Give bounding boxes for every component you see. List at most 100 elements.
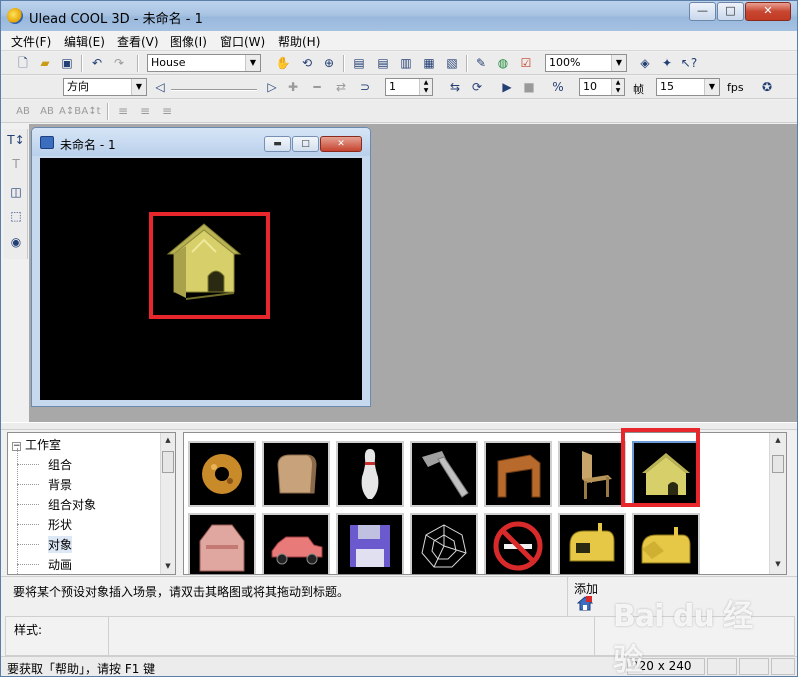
view-top-icon[interactable]: ▥ — [396, 54, 416, 73]
wooden-frame-thumb[interactable] — [484, 441, 552, 507]
new-file-icon[interactable]: 🗋 — [13, 54, 33, 73]
add-house-icon[interactable] — [577, 595, 593, 611]
bread-thumb[interactable] — [262, 441, 330, 507]
mailbox-open-thumb[interactable] — [632, 513, 700, 574]
text-spacing-icon[interactable]: AB — [13, 102, 33, 121]
floppy-disk-thumb[interactable] — [336, 513, 404, 574]
menu-edit[interactable]: 编辑(E) — [64, 33, 105, 50]
first-frame-icon[interactable]: ◁ — [153, 78, 167, 97]
hammer-thumb[interactable] — [410, 441, 478, 507]
tree-item-animation[interactable]: 动画 — [48, 556, 72, 573]
chevron-down-icon[interactable]: ▼ — [704, 79, 719, 95]
magic-tool-icon[interactable]: ✎ — [471, 54, 491, 73]
play-icon[interactable]: ▶ — [497, 78, 517, 97]
select-object-icon[interactable]: ⬚ — [6, 207, 26, 226]
tree-item-group-object[interactable]: 组合对象 — [48, 496, 96, 513]
line-spacing-icon[interactable]: A↕B — [59, 102, 81, 121]
ping-pong-icon[interactable]: ⇆ — [445, 78, 465, 97]
loop-icon[interactable]: ⊃ — [355, 78, 375, 97]
maximize-button[interactable]: □ — [717, 2, 744, 21]
text-kerning-icon[interactable]: AB — [37, 102, 57, 121]
stop-icon[interactable]: ■ — [519, 78, 539, 97]
resize-icon[interactable]: ⊕ — [319, 54, 339, 73]
barn-thumb[interactable] — [188, 513, 256, 574]
scroll-thumb[interactable] — [772, 455, 784, 473]
view-front-icon[interactable]: ▤ — [349, 54, 369, 73]
render-icon[interactable]: ◈ — [635, 54, 655, 73]
resize-grip[interactable] — [771, 658, 795, 675]
effects-icon[interactable]: ✪ — [757, 78, 777, 97]
tree-root-studio[interactable]: − 工作室 — [12, 436, 61, 453]
ulead-cool3d-app-icon[interactable] — [7, 8, 23, 24]
menu-window[interactable]: 窗口(W) — [220, 33, 265, 50]
chevron-down-icon[interactable]: ▼ — [131, 79, 146, 95]
context-help-icon[interactable]: ↖? — [679, 54, 699, 73]
frame-spinbox[interactable]: 1 ▲ ▼ — [385, 78, 433, 96]
scroll-down-icon[interactable]: ▼ — [161, 559, 175, 574]
frames-combo[interactable]: 15 ▼ — [656, 78, 720, 96]
chair-thumb[interactable] — [558, 441, 626, 507]
mailbox-thumb[interactable] — [558, 513, 626, 574]
edit-text-icon[interactable]: T — [6, 155, 26, 174]
view-perspective-icon[interactable]: ▦ — [419, 54, 439, 73]
zoom-combo[interactable]: 100% ▼ — [545, 54, 627, 72]
tree-item-background[interactable]: 背景 — [48, 476, 72, 493]
add-keyframe-icon[interactable]: ✚ — [283, 78, 303, 97]
menu-image[interactable]: 图像(I) — [170, 33, 207, 50]
spin-arrows-icon[interactable]: ▲ ▼ — [611, 79, 624, 95]
no-smoking-thumb[interactable] — [484, 513, 552, 574]
minimize-button[interactable]: — — [689, 2, 716, 21]
remove-keyframe-icon[interactable]: ━ — [307, 78, 327, 97]
spin-arrows-icon[interactable]: ▲ ▼ — [419, 79, 432, 95]
tree-item-composition[interactable]: 组合 — [48, 456, 72, 473]
repeat-icon[interactable]: ⟳ — [467, 78, 487, 97]
align-left-icon[interactable]: ≡ — [113, 102, 133, 121]
document-title-bar[interactable]: 未命名 - 1 ▬ □ ✕ — [32, 128, 370, 156]
line-spacing-tight-icon[interactable]: A↕t — [81, 102, 101, 121]
open-folder-icon[interactable]: ▰ — [35, 54, 55, 73]
collapse-icon[interactable]: − — [12, 442, 21, 451]
render-canvas[interactable] — [40, 158, 362, 400]
car-thumb[interactable] — [262, 513, 330, 574]
scroll-up-icon[interactable]: ▲ — [771, 433, 785, 448]
align-right-icon[interactable]: ≡ — [157, 102, 177, 121]
donut-thumb[interactable] — [188, 441, 256, 507]
gallery-scrollbar[interactable]: ▲ ▼ — [769, 433, 786, 574]
spider-web-thumb[interactable] — [410, 513, 478, 574]
menu-file[interactable]: 文件(F) — [11, 33, 51, 50]
globe-icon[interactable]: ◍ — [493, 54, 513, 73]
chevron-down-icon[interactable]: ▼ — [245, 55, 260, 71]
rotate-hand-icon[interactable]: ⟲ — [297, 54, 317, 73]
undo-icon[interactable]: ↶ — [87, 54, 107, 73]
menu-help[interactable]: 帮助(H) — [278, 33, 320, 50]
scroll-thumb[interactable] — [162, 451, 174, 473]
object-manager-icon[interactable]: ◉ — [6, 233, 26, 252]
document-close-button[interactable]: ✕ — [320, 136, 362, 152]
hand-move-icon[interactable]: ✋ — [273, 54, 293, 73]
last-frame-icon[interactable]: ▷ — [265, 78, 279, 97]
reverse-icon[interactable]: ⇄ — [331, 78, 351, 97]
timeline-slider[interactable] — [171, 89, 257, 91]
save-icon[interactable]: ▣ — [57, 54, 77, 73]
redo-icon[interactable]: ↷ — [109, 54, 129, 73]
object-selector-combo[interactable]: House ▼ — [147, 54, 261, 72]
insert-text-icon[interactable]: T↕ — [6, 131, 26, 150]
tree-item-object[interactable]: 对象 — [48, 536, 73, 553]
checkbox-tool-icon[interactable]: ☑ — [516, 54, 536, 73]
chevron-down-icon[interactable]: ▼ — [611, 55, 626, 71]
tree-scrollbar[interactable]: ▲ ▼ — [160, 433, 175, 574]
scroll-down-icon[interactable]: ▼ — [771, 557, 785, 572]
direction-combo[interactable]: 方向 ▼ — [63, 78, 147, 96]
insert-shape-icon[interactable]: ◫ — [6, 183, 26, 202]
bowling-pin-thumb[interactable] — [336, 441, 404, 507]
fps-spinbox[interactable]: 10 ▲ ▼ — [579, 78, 625, 96]
align-center-icon[interactable]: ≡ — [135, 102, 155, 121]
document-minimize-button[interactable]: ▬ — [264, 136, 291, 152]
document-maximize-button[interactable]: □ — [292, 136, 319, 152]
percent-icon[interactable]: % — [548, 78, 568, 97]
view-side-icon[interactable]: ▤ — [373, 54, 393, 73]
scroll-up-icon[interactable]: ▲ — [161, 433, 175, 448]
close-button[interactable]: ✕ — [745, 2, 791, 21]
tree-item-shape[interactable]: 形状 — [48, 516, 72, 533]
view-camera-icon[interactable]: ▧ — [442, 54, 462, 73]
